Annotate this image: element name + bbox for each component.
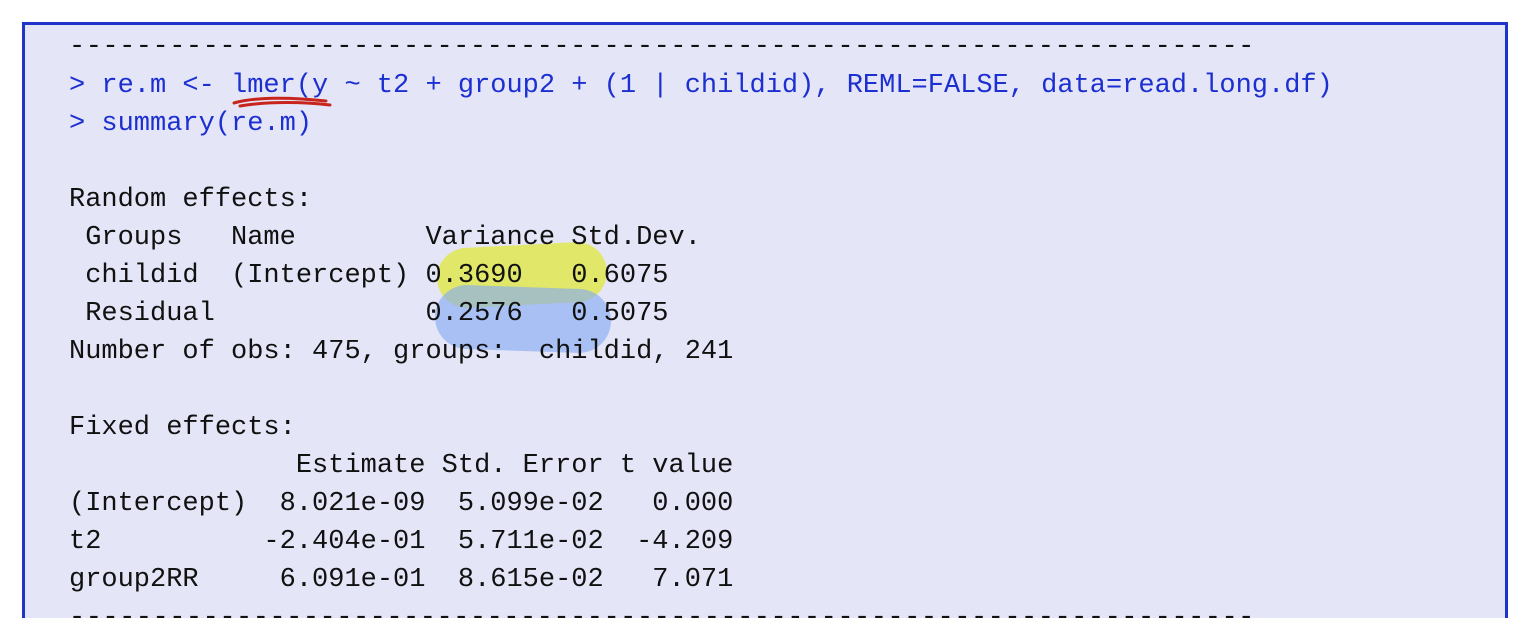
fixed-effects-row-t2: t2 -2.404e-01 5.711e-02 -4.209	[69, 527, 734, 557]
fixed-effects-header: Estimate Std. Error t value	[69, 451, 734, 481]
random-effects-row-childid: childid (Intercept) 0.3690 0.6075	[69, 261, 701, 291]
fixed-effects-row-group2rr: group2RR 6.091e-01 8.615e-02 7.071	[69, 565, 734, 595]
rule-top: ----------------------------------------…	[69, 32, 1255, 62]
rule-bottom: ----------------------------------------…	[69, 603, 1255, 618]
fixed-effects-row-intercept: (Intercept) 8.021e-09 5.099e-02 0.000	[69, 489, 734, 519]
random-effects-header: Groups Name Variance Std.Dev.	[69, 223, 701, 253]
random-effects-heading: Random effects:	[69, 185, 313, 215]
command-summary: > summary(re.m)	[69, 109, 313, 139]
random-effects-row-residual: Residual 0.2576 0.5075	[69, 299, 701, 329]
observations-line: Number of obs: 475, groups: childid, 241	[69, 337, 734, 367]
fixed-effects-heading: Fixed effects:	[69, 413, 296, 443]
code-block: ----------------------------------------…	[22, 22, 1508, 618]
